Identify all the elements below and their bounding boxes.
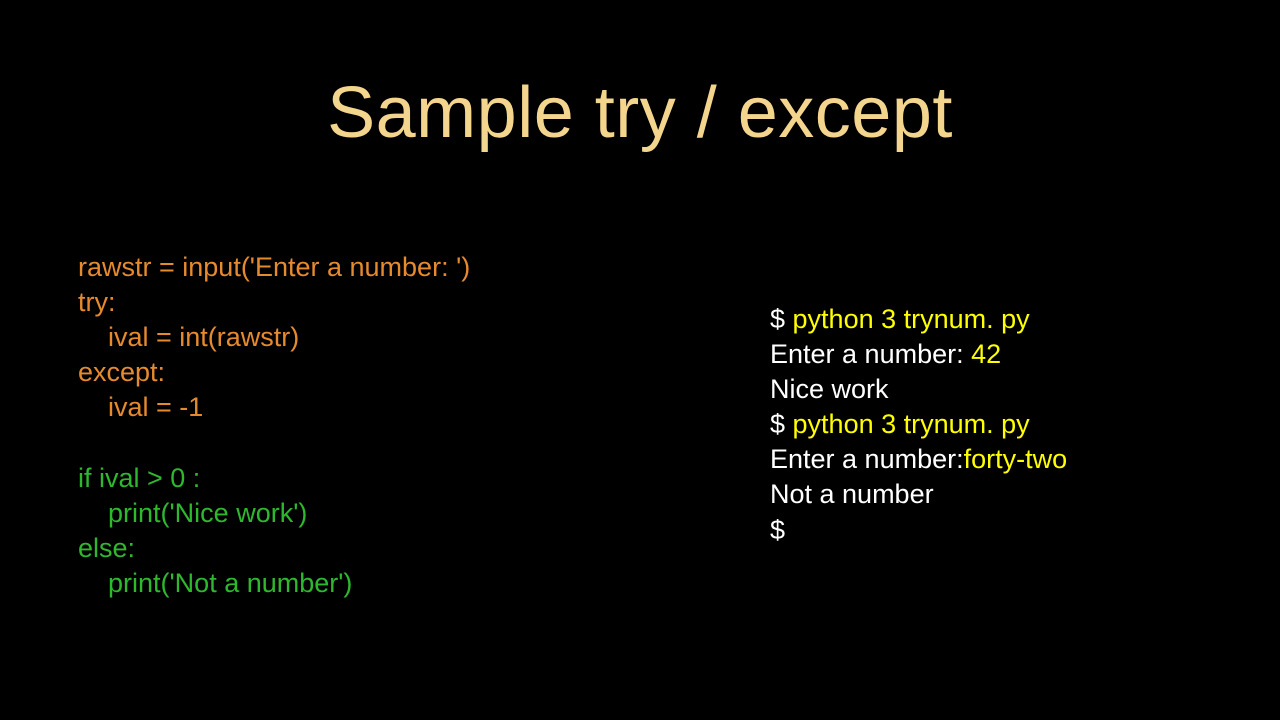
out-line-5a: Enter a number: bbox=[770, 444, 964, 474]
out-line-2a: Enter a number: bbox=[770, 339, 971, 369]
code-line-3: ival = int(rawstr) bbox=[78, 322, 299, 352]
cmd-2: python 3 trynum. py bbox=[793, 409, 1030, 439]
code-line-1: rawstr = input('Enter a number: ') bbox=[78, 252, 470, 282]
out-line-5b: forty-two bbox=[964, 444, 1068, 474]
out-line-6: Not a number bbox=[770, 479, 934, 509]
prompt-3: $ bbox=[770, 515, 785, 545]
code-line-8: print('Nice work') bbox=[78, 498, 307, 528]
code-line-5: ival = -1 bbox=[78, 392, 203, 422]
code-line-4: except: bbox=[78, 357, 165, 387]
output-block: $ python 3 trynum. py Enter a number: 42… bbox=[770, 302, 1067, 548]
code-line-10: print('Not a number') bbox=[78, 568, 352, 598]
code-line-2: try: bbox=[78, 287, 116, 317]
slide-title: Sample try / except bbox=[0, 72, 1280, 154]
code-block: rawstr = input('Enter a number: ') try: … bbox=[78, 250, 470, 601]
slide: Sample try / except rawstr = input('Ente… bbox=[0, 0, 1280, 720]
code-line-9: else: bbox=[78, 533, 135, 563]
code-line-7: if ival > 0 : bbox=[78, 463, 200, 493]
cmd-1: python 3 trynum. py bbox=[793, 304, 1030, 334]
prompt-2: $ bbox=[770, 409, 793, 439]
out-line-3: Nice work bbox=[770, 374, 889, 404]
prompt-1: $ bbox=[770, 304, 793, 334]
out-line-2b: 42 bbox=[971, 339, 1001, 369]
